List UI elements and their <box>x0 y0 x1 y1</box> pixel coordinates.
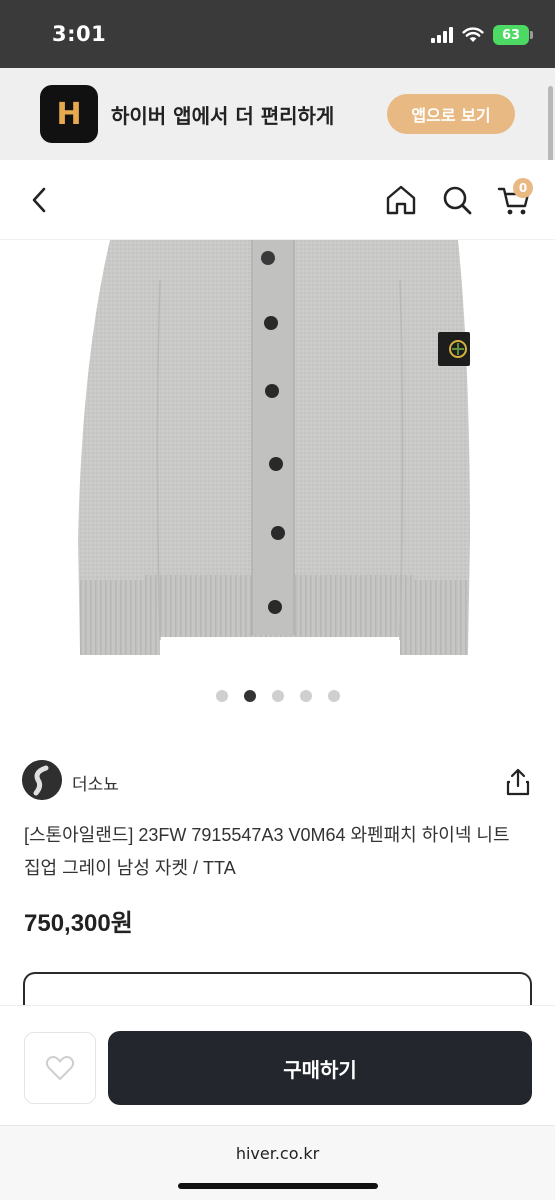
banner-text: 하이버 앱에서 더 편리하게 <box>111 104 335 128</box>
seller-logo-icon <box>22 760 62 800</box>
buy-button[interactable]: 구매하기 <box>108 1031 532 1105</box>
nav-bar <box>0 160 555 240</box>
product-image[interactable] <box>0 240 555 730</box>
avatar[interactable] <box>22 760 62 800</box>
carousel-dot[interactable] <box>271 690 284 702</box>
bottom-action-bar: 구매하기 <box>0 1005 555 1125</box>
hiver-logo: H <box>40 85 98 143</box>
carousel-dots <box>0 690 555 702</box>
carousel-dot-active[interactable] <box>243 690 256 702</box>
seller-name[interactable]: 더소뇨 <box>72 770 119 795</box>
wifi-icon <box>462 27 484 42</box>
share-icon[interactable] <box>502 766 534 798</box>
wishlist-button[interactable] <box>24 1032 96 1104</box>
status-icons: 63 <box>431 24 533 46</box>
heart-icon <box>45 1056 75 1080</box>
chevron-left-icon <box>32 187 46 213</box>
carousel-dot[interactable] <box>299 690 312 702</box>
carousel-dot[interactable] <box>327 690 340 702</box>
back-button[interactable] <box>22 182 58 218</box>
browser-url[interactable]: hiver.co.kr <box>0 1144 555 1163</box>
status-bar: 3:01 63 <box>0 0 555 68</box>
home-indicator[interactable] <box>178 1183 378 1189</box>
open-app-button[interactable]: 앱으로 보기 <box>387 94 515 134</box>
seller-row[interactable]: 더소뇨 <box>22 760 534 804</box>
search-icon[interactable] <box>437 180 477 220</box>
status-time: 3:01 <box>52 22 107 46</box>
carousel-dot[interactable] <box>215 690 228 702</box>
product-title: [스톤아일랜드] 23FW 7915547A3 V0M64 와펜패치 하이넥 니… <box>24 825 510 878</box>
home-icon[interactable] <box>381 180 421 220</box>
product-price: 750,300원 <box>24 910 133 937</box>
cart-badge: 0 <box>513 178 533 198</box>
signal-icon <box>431 27 453 43</box>
app-banner: H 하이버 앱에서 더 편리하게 앱으로 보기 <box>0 68 555 160</box>
cardigan-image <box>78 240 470 655</box>
browser-bar: hiver.co.kr <box>0 1125 555 1200</box>
battery-icon: 63 <box>493 25 533 45</box>
